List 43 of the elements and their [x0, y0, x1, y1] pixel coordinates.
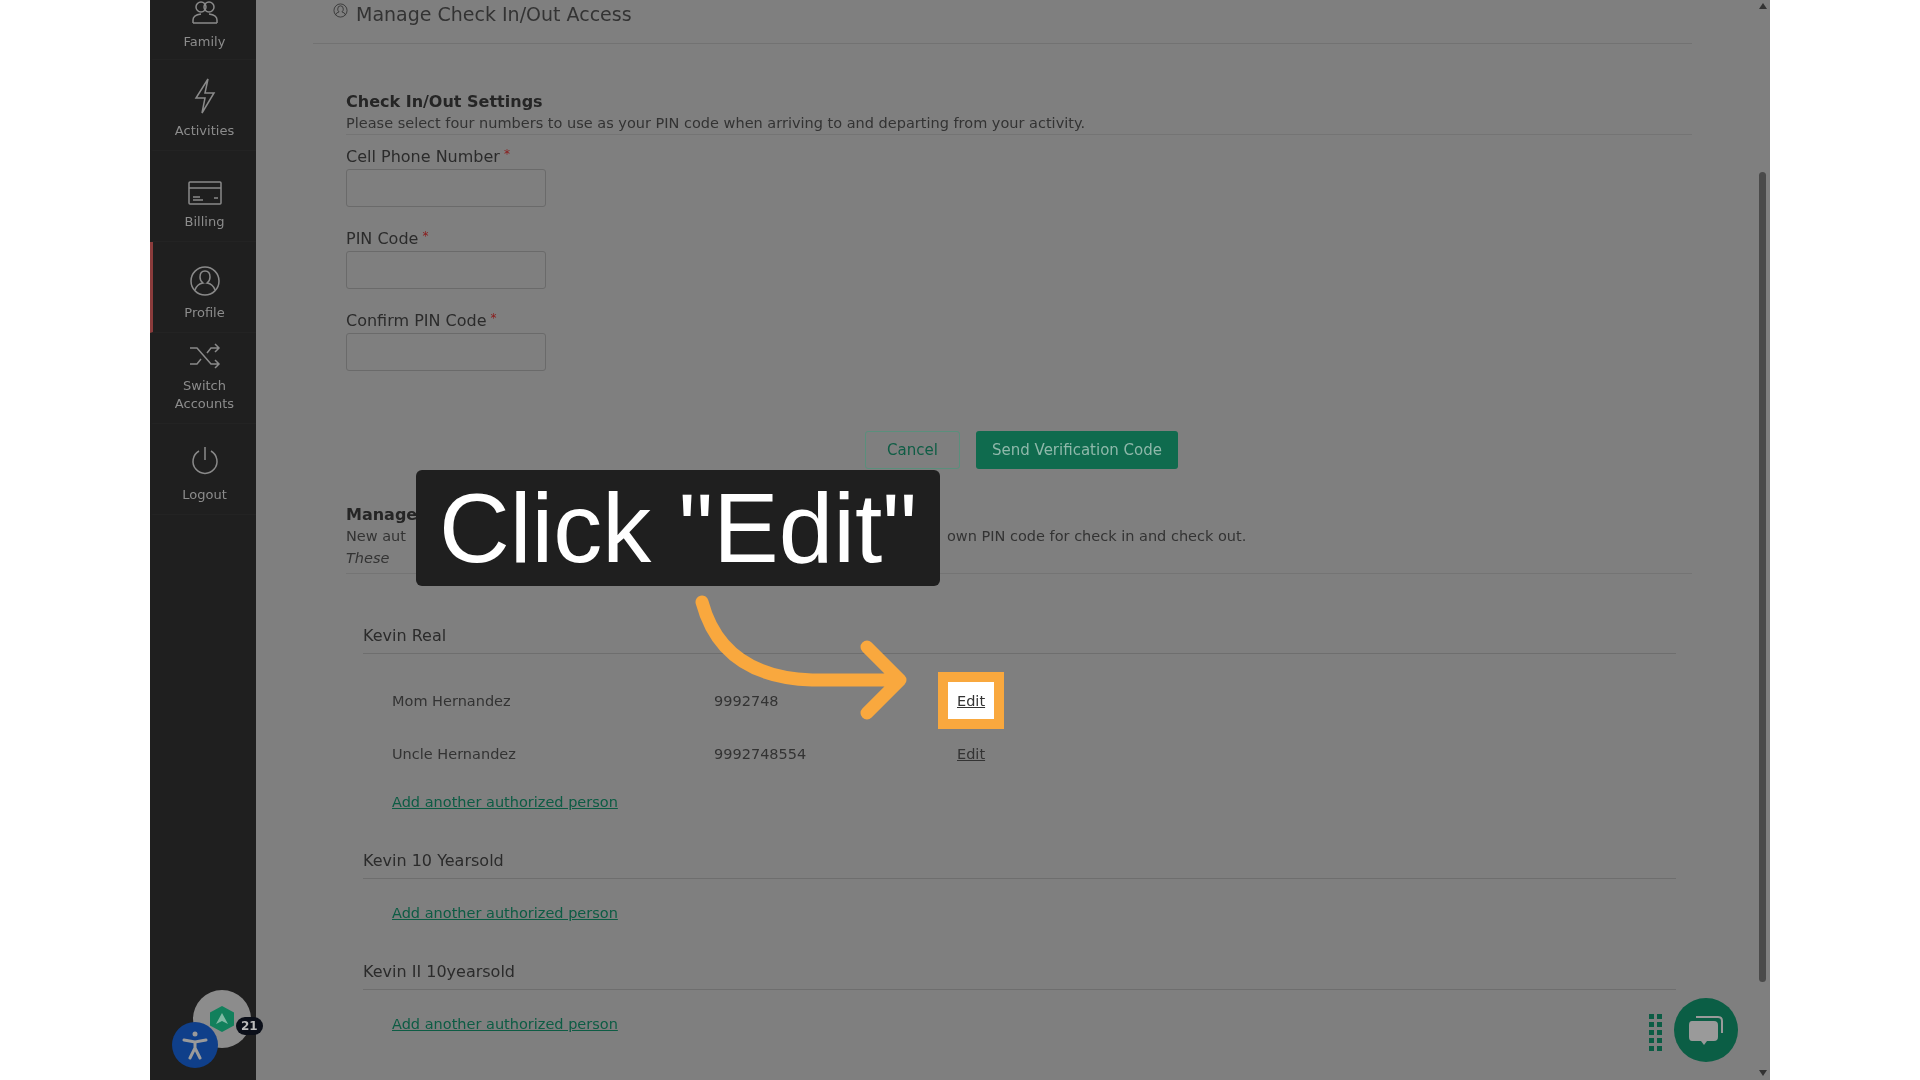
child-name: Kevin Real [363, 626, 1676, 654]
accessibility-button[interactable] [172, 1022, 218, 1068]
sidebar-item[interactable]: Logout [150, 424, 256, 515]
sidebar-item[interactable]: Profile [150, 242, 256, 333]
section-title: Check In/Out Settings [346, 92, 544, 111]
send-code-button[interactable]: Send Verification Code [976, 431, 1178, 469]
notification-count: 21 [236, 1017, 263, 1035]
sidebar-item[interactable]: Switch Accounts [150, 333, 256, 424]
section-description: New aut [346, 528, 407, 544]
child-name: Kevin II 10yearsold [363, 962, 1676, 990]
field-label: Confirm PIN Code [346, 311, 487, 330]
chat-icon [1688, 1013, 1724, 1047]
page-title: Manage Check In/Out Access [356, 3, 632, 25]
phone-number: 9992748 [714, 692, 779, 709]
people-icon [189, 1, 220, 25]
person-name: Mom Hernandez [392, 692, 512, 709]
person-name: Uncle Hernandez [392, 745, 517, 762]
section-title: Manage [346, 505, 418, 524]
section-description: Please select four numbers to use as your PIN code when arriving to and departing from your activity. [346, 115, 1692, 135]
required-mark: * [503, 147, 510, 161]
section-description: own PIN code for check in and check out. [947, 528, 1248, 544]
child-name: Kevin 10 Yearsold [363, 851, 1676, 879]
field-label: PIN Code [346, 229, 419, 248]
accessibility-icon [182, 1030, 208, 1060]
required-mark: * [490, 311, 497, 325]
edit-link[interactable]: Edit [957, 746, 986, 762]
hexagon-logo-icon [209, 1005, 235, 1033]
required-mark: * [422, 229, 429, 243]
credit-card-icon [187, 181, 222, 205]
section-note: These [346, 550, 390, 566]
scroll-thumb[interactable] [1759, 172, 1766, 982]
sidebar-item[interactable]: Activities [150, 60, 256, 151]
sidebar-item[interactable]: Billing [150, 151, 256, 242]
sidebar-item[interactable]: Family [150, 0, 256, 60]
user-icon [333, 3, 348, 18]
callout-text: Click "Edit" [439, 479, 917, 577]
lightning-icon [193, 78, 216, 114]
grid-dots-icon[interactable] [1649, 1014, 1662, 1051]
phone-number: 9992748554 [714, 745, 807, 762]
edit-link[interactable]: Edit [957, 693, 986, 709]
shuffle-icon [188, 343, 221, 369]
user-icon [189, 266, 220, 296]
field-label: Cell Phone Number [346, 147, 500, 166]
